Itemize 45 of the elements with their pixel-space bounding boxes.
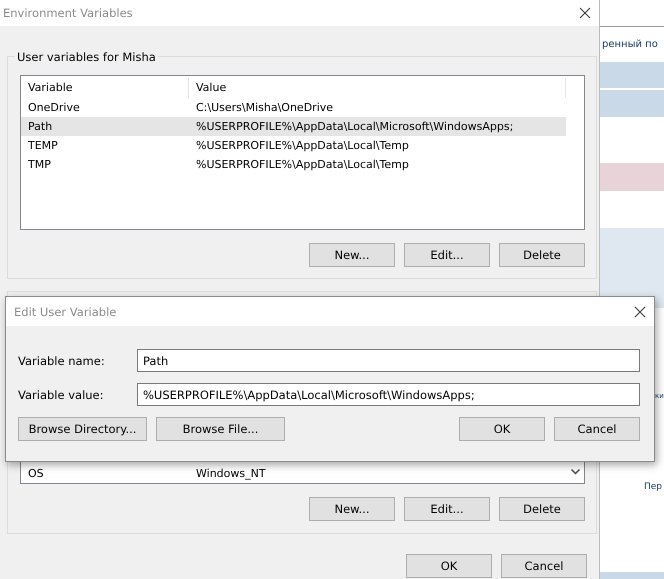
- close-icon[interactable]: [579, 7, 591, 19]
- table-cell-text: %USERPROFILE%\AppData\Local\Temp: [195, 139, 409, 152]
- dialog-title: Edit User Variable: [14, 304, 116, 318]
- dialog-button[interactable]: Cancel: [554, 417, 640, 441]
- table-row[interactable]: TMP %USERPROFILE%\AppData\Local\Temp: [21, 155, 566, 174]
- table-cell-text: OneDrive: [27, 101, 81, 114]
- group-label: User variables for Misha: [15, 50, 158, 64]
- table-row[interactable]: TEMP %USERPROFILE%\AppData\Local\Temp: [21, 136, 566, 155]
- list-row: [600, 90, 664, 117]
- list-row: [600, 163, 664, 191]
- table-cell-text: C:\Users\Misha\OneDrive: [195, 101, 334, 114]
- background-text: Пер: [644, 482, 662, 492]
- dialog-button[interactable]: Browse Directory...: [18, 417, 147, 441]
- list-row: [600, 572, 664, 579]
- dialog-button[interactable]: OK: [459, 417, 545, 441]
- dialog-button[interactable]: New...: [309, 497, 395, 521]
- column-header[interactable]: Value: [189, 78, 226, 98]
- dialog-button[interactable]: New...: [309, 243, 395, 267]
- table-cell-text: OS: [27, 466, 45, 480]
- table-cell-text: TMP: [27, 158, 52, 171]
- background-text: ренный по: [602, 39, 658, 50]
- field-label: Variable value:: [18, 388, 105, 402]
- input-field[interactable]: %USERPROFILE%\AppData\Local\Microsoft\WindowsApps;: [137, 383, 640, 406]
- input-field[interactable]: Path: [137, 349, 640, 372]
- table-cell-text: TEMP: [27, 139, 59, 152]
- table-row[interactable]: Path %USERPROFILE%\AppData\Local\Microsoft\WindowsApps;: [21, 117, 566, 136]
- dialog-button[interactable]: Edit...: [404, 243, 490, 267]
- dialog-button[interactable]: Delete: [499, 243, 585, 267]
- dialog-button[interactable]: Browse File...: [156, 417, 285, 441]
- close-icon[interactable]: [634, 306, 646, 318]
- dialog-button[interactable]: Edit...: [404, 497, 490, 521]
- list-row: [600, 62, 664, 88]
- dialog-button[interactable]: OK: [406, 554, 492, 578]
- dialog-button[interactable]: Delete: [499, 497, 585, 521]
- field-label: Variable name:: [18, 354, 106, 368]
- window-title: Environment Variables: [3, 6, 133, 20]
- table-cell-text: %USERPROFILE%\AppData\Local\Microsoft\WindowsApps;: [195, 120, 514, 133]
- column-header[interactable]: Variable: [21, 78, 189, 98]
- table-cell-text: %USERPROFILE%\AppData\Local\Temp: [195, 158, 409, 171]
- table-cell-text: Windows_NT: [195, 466, 266, 480]
- table-cell-text: Path: [27, 120, 54, 133]
- table-row[interactable]: OneDrive C:\Users\Misha\OneDrive: [21, 98, 566, 117]
- dialog-button[interactable]: Cancel: [501, 554, 587, 578]
- table-row[interactable]: OS Windows_NT: [21, 465, 566, 481]
- scroll-down-icon[interactable]: [571, 469, 580, 475]
